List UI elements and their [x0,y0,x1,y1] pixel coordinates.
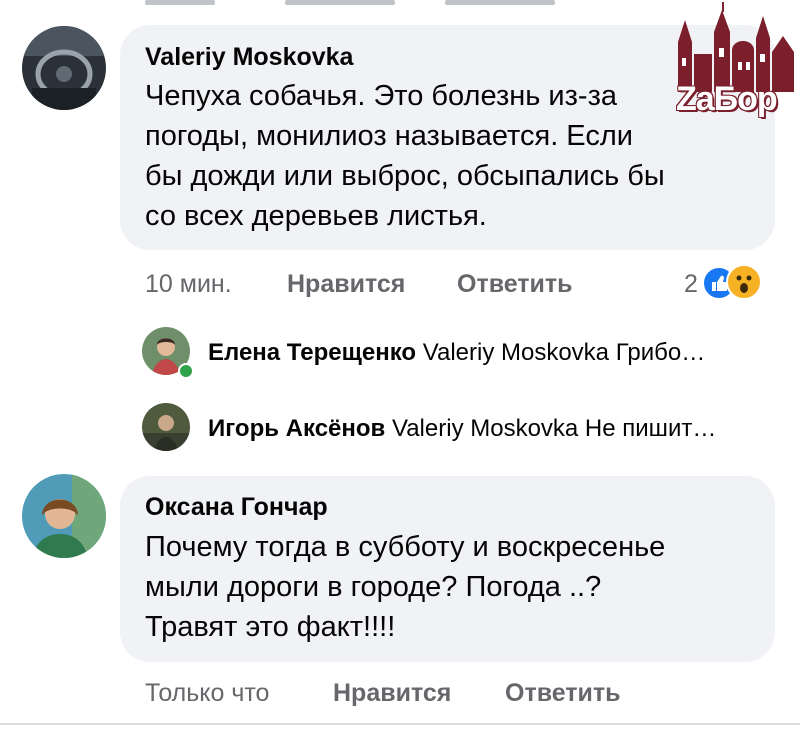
reply-preview-text: Елена Терещенко Valeriy Moskovka Грибо… [208,339,705,367]
comment-author[interactable]: Valeriy Moskovka [145,43,353,72]
reply-button[interactable]: Ответить [505,679,621,708]
reaction-count: 2 [684,270,698,298]
online-status-dot [178,363,194,379]
watermark-text: ZаБор [676,80,778,118]
avatar [142,403,190,451]
reply-preview: Valeriy Moskovka Грибо… [422,339,706,366]
like-button[interactable]: Нравится [287,270,405,299]
reply-preview-row[interactable]: Игорь Аксёнов Valeriy Moskovka Не пишит… [142,403,782,453]
castle-silhouette-icon [678,2,794,92]
woman-avatar-image [22,474,106,558]
car-interior-avatar-image [22,26,106,110]
previous-comment-actions-fragment [145,0,645,6]
reply-author[interactable]: Елена Терещенко [208,339,416,366]
reply-preview: Valeriy Moskovka Не пишит… [391,415,717,442]
comment-author[interactable]: Оксана Гончар [145,493,328,522]
wow-icon [726,264,762,300]
comment-timestamp[interactable]: Только что [145,679,269,708]
like-button[interactable]: Нравится [333,679,451,708]
avatar[interactable] [22,26,106,110]
comment-text: Почему тогда в субботу и воскресенье мыл… [145,531,666,643]
reply-preview-row[interactable]: Елена Терещенко Valeriy Moskovka Грибо… [142,327,782,379]
comment-timestamp[interactable]: 10 мин. [145,270,232,299]
avatar[interactable] [22,474,106,558]
divider [0,723,800,725]
reply-preview-text: Игорь Аксёнов Valeriy Moskovka Не пишит… [208,415,716,443]
reply-button[interactable]: Ответить [457,270,573,299]
watermark-logo: ZаБор [672,2,798,122]
reply-author[interactable]: Игорь Аксёнов [208,415,385,442]
comment-text: Чепуха собачья. Это болезнь из-за погоды… [145,80,665,232]
